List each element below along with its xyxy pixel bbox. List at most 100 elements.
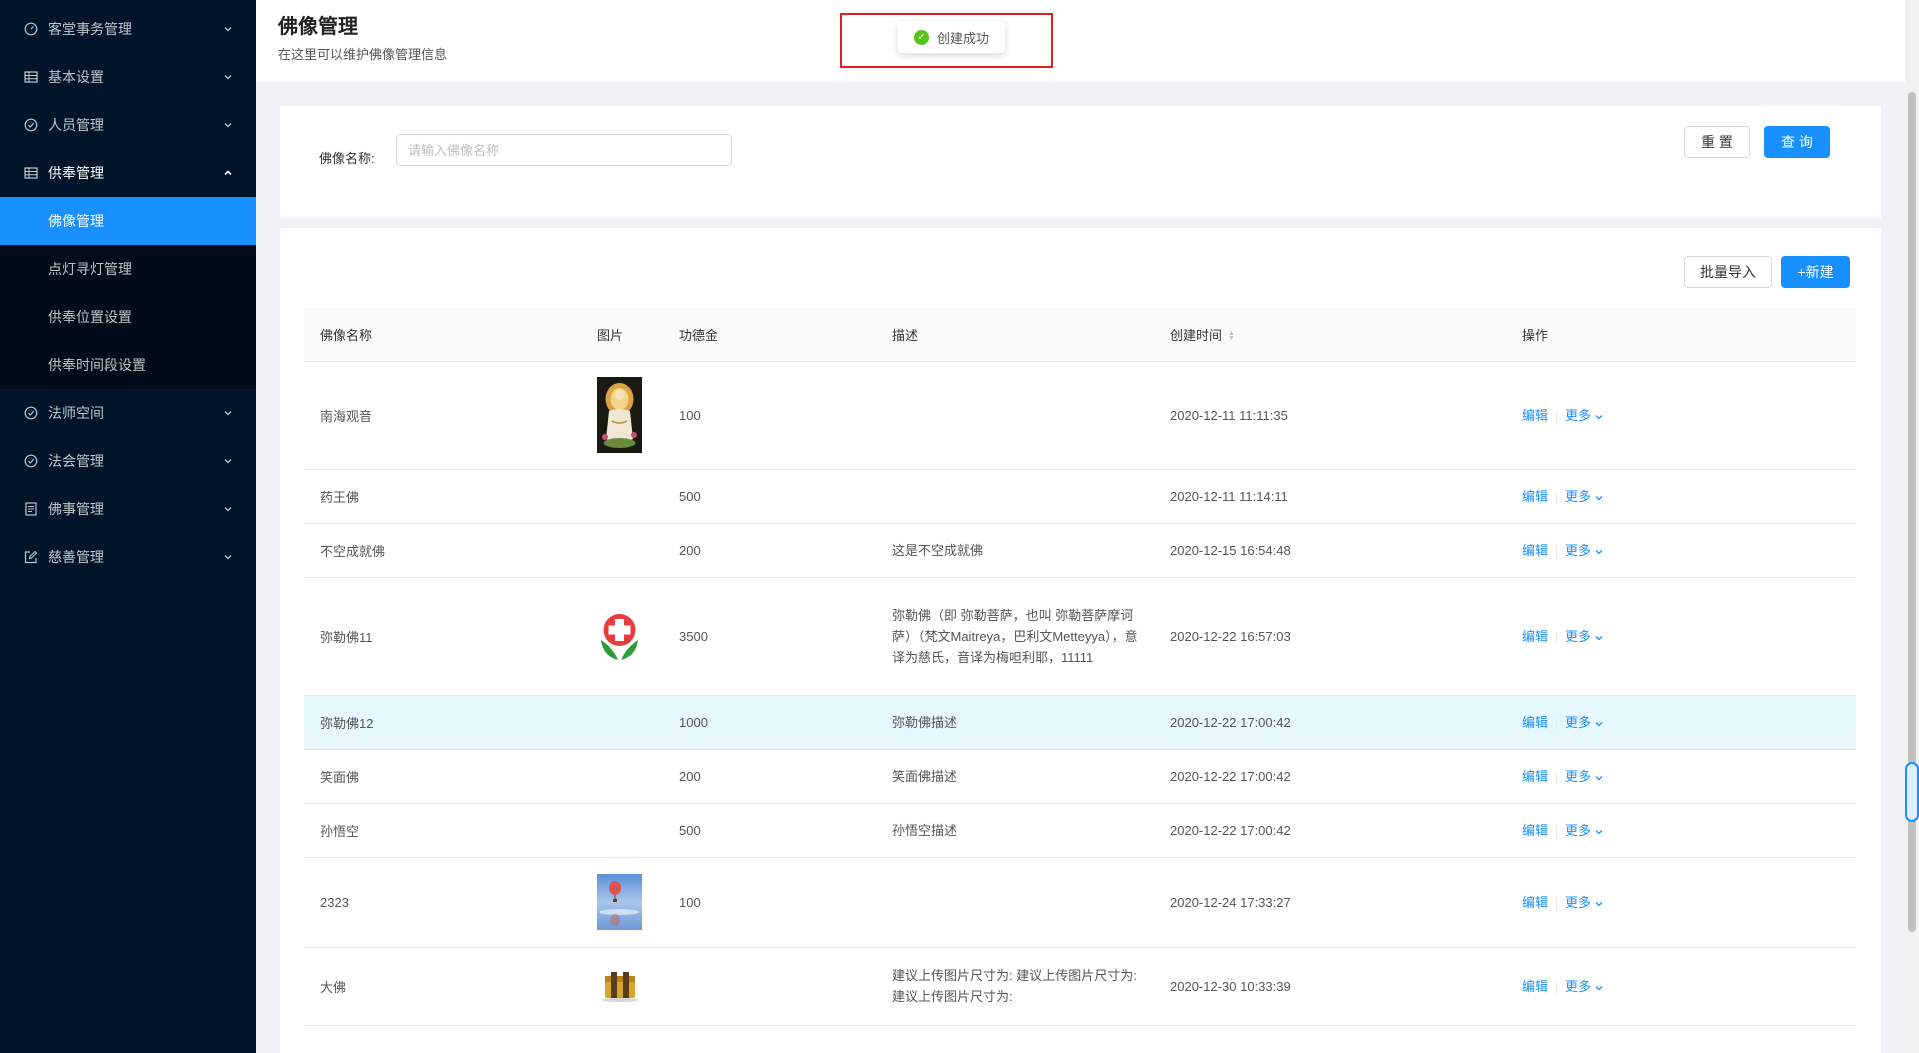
- sidebar-subitem-0[interactable]: 佛像管理: [0, 197, 256, 245]
- cell-desc: 孙悟空描述: [876, 803, 1154, 858]
- cell-actions: 编辑 更多: [1506, 469, 1856, 524]
- cell-desc: 建议上传图片尺寸为: 建议上传图片尺寸为: 建议上传图片尺寸为:: [876, 947, 1154, 1026]
- check-circle-icon: [24, 454, 38, 468]
- cell-name: 南海观音: [304, 361, 581, 470]
- edit-link[interactable]: 编辑: [1522, 823, 1548, 838]
- cell-created: 2020-12-24 17:33:27: [1154, 857, 1506, 948]
- page-scrollbar[interactable]: [1905, 0, 1919, 1053]
- cell-created: 2020-12-22 17:00:42: [1154, 803, 1506, 858]
- edit-link[interactable]: 编辑: [1522, 769, 1548, 784]
- sidebar-item-label: 佛事管理: [48, 501, 104, 517]
- thumbnail-image: [597, 610, 647, 662]
- table-header-row: 佛像名称 图片 功德金 描述 创建时间 ▲ ▼ 操作: [304, 308, 1856, 362]
- cell-image: [581, 361, 663, 470]
- chevron-up-icon: [222, 167, 234, 179]
- profile-icon: [24, 502, 38, 516]
- batch-import-button[interactable]: 批量导入: [1684, 256, 1772, 288]
- success-toast: ✓ 创建成功: [898, 21, 1006, 53]
- table-row: 南海观音 100 2020-12-11 11:11:35 编辑 更多: [304, 361, 1856, 470]
- cell-image: [581, 523, 663, 578]
- cell-amount: [663, 947, 876, 1026]
- table-row: 孙悟空 500 孙悟空描述 2020-12-22 17:00:42 编辑 更多: [304, 803, 1856, 858]
- column-header-desc: 描述: [876, 308, 1154, 362]
- more-dropdown[interactable]: 更多: [1565, 543, 1604, 558]
- cell-actions: 编辑 更多: [1506, 361, 1856, 470]
- cell-desc: 弥勒佛描述: [876, 695, 1154, 750]
- cell-image: [581, 577, 663, 696]
- data-table: 佛像名称 图片 功德金 描述 创建时间 ▲ ▼ 操作 南海观音 100 2020-12-…: [304, 308, 1856, 1026]
- sidebar-subitem-2[interactable]: 供奉位置设置: [0, 293, 256, 341]
- cell-actions: 编辑 更多: [1506, 577, 1856, 696]
- thumbnail-image: [597, 966, 647, 1006]
- more-dropdown[interactable]: 更多: [1565, 979, 1604, 994]
- sidebar-item-label: 人员管理: [48, 117, 104, 133]
- sidebar-subitem-3[interactable]: 供奉时间段设置: [0, 341, 256, 389]
- sidebar-subitem-1[interactable]: 点灯寻灯管理: [0, 245, 256, 293]
- sidebar-item-5[interactable]: 法师空间: [0, 389, 256, 437]
- table-icon: [24, 70, 38, 84]
- chevron-down-icon: [1594, 981, 1604, 996]
- sidebar-item-label: 客堂事务管理: [48, 21, 132, 37]
- more-dropdown[interactable]: 更多: [1565, 489, 1604, 504]
- sidebar-item-3[interactable]: 人员管理: [0, 101, 256, 149]
- page-title: 佛像管理: [278, 16, 358, 38]
- table-row: 笑面佛 200 笑面佛描述 2020-12-22 17:00:42 编辑 更多: [304, 749, 1856, 804]
- edit-link[interactable]: 编辑: [1522, 979, 1548, 994]
- column-header-created-label: 创建时间: [1170, 327, 1223, 343]
- edit-link[interactable]: 编辑: [1522, 489, 1548, 504]
- more-dropdown[interactable]: 更多: [1565, 769, 1604, 784]
- chevron-down-icon: [222, 119, 234, 131]
- edit-link[interactable]: 编辑: [1522, 408, 1548, 423]
- page-header: 佛像管理 在这里可以维护佛像管理信息: [256, 0, 1905, 82]
- more-dropdown[interactable]: 更多: [1565, 629, 1604, 644]
- cell-amount: 3500: [663, 577, 876, 696]
- reset-button[interactable]: 重 置: [1684, 126, 1750, 158]
- cell-name: 2323: [304, 857, 581, 948]
- cell-desc: [876, 469, 1154, 524]
- sort-icon[interactable]: ▲ ▼: [1228, 330, 1235, 342]
- column-header-amount: 功德金: [663, 308, 876, 362]
- sidebar-item-4[interactable]: 供奉管理: [0, 149, 256, 197]
- more-label: 更多: [1565, 979, 1592, 995]
- cell-name: 弥勒佛11: [304, 577, 581, 696]
- cell-image: [581, 695, 663, 750]
- column-header-created[interactable]: 创建时间 ▲ ▼: [1154, 308, 1506, 362]
- cell-actions: 编辑 更多: [1506, 749, 1856, 804]
- new-button[interactable]: +新建: [1781, 256, 1850, 288]
- sidebar-item-label: 供奉管理: [48, 165, 104, 181]
- sidebar: 首页客堂事务管理基本设置人员管理供奉管理佛像管理点灯寻灯管理供奉位置设置供奉时间…: [0, 0, 256, 1053]
- cell-amount: 200: [663, 749, 876, 804]
- edit-link[interactable]: 编辑: [1522, 629, 1548, 644]
- edit-link[interactable]: 编辑: [1522, 543, 1548, 558]
- scrollbar-handle[interactable]: [1905, 762, 1919, 822]
- table-row: 大佛 建议上传图片尺寸为: 建议上传图片尺寸为: 建议上传图片尺寸为: 2020-1…: [304, 947, 1856, 1026]
- query-button[interactable]: 查 询: [1764, 126, 1830, 158]
- table-row: 弥勒佛12 1000 弥勒佛描述 2020-12-22 17:00:42 编辑 更多: [304, 695, 1856, 750]
- edit-link[interactable]: 编辑: [1522, 895, 1548, 910]
- more-dropdown[interactable]: 更多: [1565, 715, 1604, 730]
- column-header-actions: 操作: [1506, 308, 1856, 362]
- more-label: 更多: [1565, 715, 1592, 731]
- table-panel: 批量导入 +新建 佛像名称 图片 功德金 描述 创建时间 ▲ ▼ 操作 南海观音 10…: [280, 228, 1881, 1053]
- edit-link[interactable]: 编辑: [1522, 715, 1548, 730]
- search-input[interactable]: [396, 134, 732, 166]
- cell-created: 2020-12-30 10:33:39: [1154, 947, 1506, 1026]
- sidebar-item-8[interactable]: 慈善管理: [0, 533, 256, 581]
- cell-amount: 500: [663, 469, 876, 524]
- cell-name: 笑面佛: [304, 749, 581, 804]
- more-dropdown[interactable]: 更多: [1565, 895, 1604, 910]
- chevron-down-icon: [1594, 771, 1604, 786]
- sidebar-item-1[interactable]: 客堂事务管理: [0, 5, 256, 53]
- table-row: 不空成就佛 200 这是不空成就佛 2020-12-15 16:54:48 编辑 更多: [304, 523, 1856, 578]
- sidebar-item-2[interactable]: 基本设置: [0, 53, 256, 101]
- cell-created: 2020-12-22 16:57:03: [1154, 577, 1506, 696]
- cell-created: 2020-12-11 11:11:35: [1154, 361, 1506, 470]
- sidebar-item-6[interactable]: 法会管理: [0, 437, 256, 485]
- more-dropdown[interactable]: 更多: [1565, 408, 1604, 423]
- cell-desc: [876, 361, 1154, 470]
- sidebar-item-label: 法会管理: [48, 453, 104, 469]
- more-dropdown[interactable]: 更多: [1565, 823, 1604, 838]
- chevron-down-icon: [1594, 717, 1604, 732]
- chevron-down-icon: [222, 455, 234, 467]
- sidebar-item-7[interactable]: 佛事管理: [0, 485, 256, 533]
